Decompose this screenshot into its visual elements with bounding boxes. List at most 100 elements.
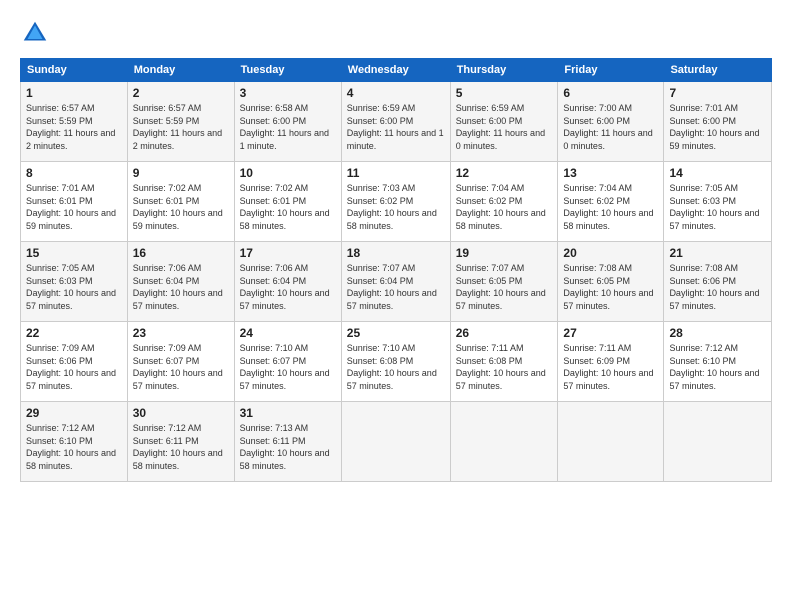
- day-number: 10: [240, 166, 336, 180]
- calendar-cell: 9 Sunrise: 7:02 AMSunset: 6:01 PMDayligh…: [127, 162, 234, 242]
- calendar-cell: 26 Sunrise: 7:11 AMSunset: 6:08 PMDaylig…: [450, 322, 558, 402]
- calendar-cell: 23 Sunrise: 7:09 AMSunset: 6:07 PMDaylig…: [127, 322, 234, 402]
- day-header-monday: Monday: [127, 59, 234, 82]
- calendar-cell: 10 Sunrise: 7:02 AMSunset: 6:01 PMDaylig…: [234, 162, 341, 242]
- day-info: Sunrise: 7:12 AMSunset: 6:11 PMDaylight:…: [133, 423, 223, 471]
- day-number: 26: [456, 326, 553, 340]
- calendar-cell: 18 Sunrise: 7:07 AMSunset: 6:04 PMDaylig…: [341, 242, 450, 322]
- day-info: Sunrise: 7:11 AMSunset: 6:09 PMDaylight:…: [563, 343, 653, 391]
- day-info: Sunrise: 6:58 AMSunset: 6:00 PMDaylight:…: [240, 103, 329, 151]
- day-number: 23: [133, 326, 229, 340]
- day-info: Sunrise: 6:57 AMSunset: 5:59 PMDaylight:…: [133, 103, 222, 151]
- day-number: 15: [26, 246, 122, 260]
- day-info: Sunrise: 7:11 AMSunset: 6:08 PMDaylight:…: [456, 343, 546, 391]
- day-info: Sunrise: 7:02 AMSunset: 6:01 PMDaylight:…: [133, 183, 223, 231]
- day-number: 2: [133, 86, 229, 100]
- day-info: Sunrise: 7:12 AMSunset: 6:10 PMDaylight:…: [26, 423, 116, 471]
- calendar-week-4: 22 Sunrise: 7:09 AMSunset: 6:06 PMDaylig…: [21, 322, 772, 402]
- day-info: Sunrise: 7:12 AMSunset: 6:10 PMDaylight:…: [669, 343, 759, 391]
- day-number: 28: [669, 326, 766, 340]
- day-number: 8: [26, 166, 122, 180]
- day-number: 20: [563, 246, 658, 260]
- day-info: Sunrise: 7:08 AMSunset: 6:05 PMDaylight:…: [563, 263, 653, 311]
- day-number: 12: [456, 166, 553, 180]
- day-number: 30: [133, 406, 229, 420]
- day-number: 21: [669, 246, 766, 260]
- calendar-cell: 1 Sunrise: 6:57 AMSunset: 5:59 PMDayligh…: [21, 82, 128, 162]
- calendar-cell: 21 Sunrise: 7:08 AMSunset: 6:06 PMDaylig…: [664, 242, 772, 322]
- calendar-cell: 7 Sunrise: 7:01 AMSunset: 6:00 PMDayligh…: [664, 82, 772, 162]
- day-info: Sunrise: 7:10 AMSunset: 6:08 PMDaylight:…: [347, 343, 437, 391]
- day-info: Sunrise: 7:04 AMSunset: 6:02 PMDaylight:…: [563, 183, 653, 231]
- calendar-header-row: SundayMondayTuesdayWednesdayThursdayFrid…: [21, 59, 772, 82]
- calendar-cell: 22 Sunrise: 7:09 AMSunset: 6:06 PMDaylig…: [21, 322, 128, 402]
- day-header-thursday: Thursday: [450, 59, 558, 82]
- day-info: Sunrise: 6:57 AMSunset: 5:59 PMDaylight:…: [26, 103, 115, 151]
- calendar-cell: 19 Sunrise: 7:07 AMSunset: 6:05 PMDaylig…: [450, 242, 558, 322]
- day-info: Sunrise: 7:01 AMSunset: 6:00 PMDaylight:…: [669, 103, 759, 151]
- calendar-week-2: 8 Sunrise: 7:01 AMSunset: 6:01 PMDayligh…: [21, 162, 772, 242]
- day-number: 9: [133, 166, 229, 180]
- day-info: Sunrise: 7:06 AMSunset: 6:04 PMDaylight:…: [133, 263, 223, 311]
- logo: [20, 18, 54, 48]
- calendar-cell: 6 Sunrise: 7:00 AMSunset: 6:00 PMDayligh…: [558, 82, 664, 162]
- calendar-cell: 28 Sunrise: 7:12 AMSunset: 6:10 PMDaylig…: [664, 322, 772, 402]
- day-number: 11: [347, 166, 445, 180]
- day-number: 31: [240, 406, 336, 420]
- calendar-cell: [664, 402, 772, 482]
- day-number: 1: [26, 86, 122, 100]
- calendar-week-1: 1 Sunrise: 6:57 AMSunset: 5:59 PMDayligh…: [21, 82, 772, 162]
- day-info: Sunrise: 7:07 AMSunset: 6:05 PMDaylight:…: [456, 263, 546, 311]
- day-info: Sunrise: 7:09 AMSunset: 6:06 PMDaylight:…: [26, 343, 116, 391]
- day-number: 14: [669, 166, 766, 180]
- calendar-cell: 3 Sunrise: 6:58 AMSunset: 6:00 PMDayligh…: [234, 82, 341, 162]
- day-info: Sunrise: 6:59 AMSunset: 6:00 PMDaylight:…: [456, 103, 545, 151]
- calendar-cell: 31 Sunrise: 7:13 AMSunset: 6:11 PMDaylig…: [234, 402, 341, 482]
- calendar-week-5: 29 Sunrise: 7:12 AMSunset: 6:10 PMDaylig…: [21, 402, 772, 482]
- day-info: Sunrise: 7:05 AMSunset: 6:03 PMDaylight:…: [669, 183, 759, 231]
- day-number: 19: [456, 246, 553, 260]
- calendar-cell: [341, 402, 450, 482]
- calendar-cell: 8 Sunrise: 7:01 AMSunset: 6:01 PMDayligh…: [21, 162, 128, 242]
- calendar-cell: [558, 402, 664, 482]
- day-number: 5: [456, 86, 553, 100]
- calendar-cell: 29 Sunrise: 7:12 AMSunset: 6:10 PMDaylig…: [21, 402, 128, 482]
- day-header-saturday: Saturday: [664, 59, 772, 82]
- day-info: Sunrise: 7:05 AMSunset: 6:03 PMDaylight:…: [26, 263, 116, 311]
- calendar-cell: [450, 402, 558, 482]
- day-header-sunday: Sunday: [21, 59, 128, 82]
- day-number: 18: [347, 246, 445, 260]
- day-info: Sunrise: 7:02 AMSunset: 6:01 PMDaylight:…: [240, 183, 330, 231]
- calendar-cell: 13 Sunrise: 7:04 AMSunset: 6:02 PMDaylig…: [558, 162, 664, 242]
- day-header-friday: Friday: [558, 59, 664, 82]
- day-info: Sunrise: 7:00 AMSunset: 6:00 PMDaylight:…: [563, 103, 652, 151]
- day-info: Sunrise: 6:59 AMSunset: 6:00 PMDaylight:…: [347, 103, 444, 151]
- day-number: 24: [240, 326, 336, 340]
- calendar-cell: 20 Sunrise: 7:08 AMSunset: 6:05 PMDaylig…: [558, 242, 664, 322]
- day-info: Sunrise: 7:07 AMSunset: 6:04 PMDaylight:…: [347, 263, 437, 311]
- calendar-cell: 2 Sunrise: 6:57 AMSunset: 5:59 PMDayligh…: [127, 82, 234, 162]
- calendar: SundayMondayTuesdayWednesdayThursdayFrid…: [20, 58, 772, 482]
- calendar-cell: 5 Sunrise: 6:59 AMSunset: 6:00 PMDayligh…: [450, 82, 558, 162]
- day-info: Sunrise: 7:03 AMSunset: 6:02 PMDaylight:…: [347, 183, 437, 231]
- calendar-cell: 17 Sunrise: 7:06 AMSunset: 6:04 PMDaylig…: [234, 242, 341, 322]
- calendar-cell: 30 Sunrise: 7:12 AMSunset: 6:11 PMDaylig…: [127, 402, 234, 482]
- day-info: Sunrise: 7:06 AMSunset: 6:04 PMDaylight:…: [240, 263, 330, 311]
- day-info: Sunrise: 7:09 AMSunset: 6:07 PMDaylight:…: [133, 343, 223, 391]
- day-number: 3: [240, 86, 336, 100]
- calendar-cell: 24 Sunrise: 7:10 AMSunset: 6:07 PMDaylig…: [234, 322, 341, 402]
- day-number: 27: [563, 326, 658, 340]
- calendar-cell: 15 Sunrise: 7:05 AMSunset: 6:03 PMDaylig…: [21, 242, 128, 322]
- day-info: Sunrise: 7:10 AMSunset: 6:07 PMDaylight:…: [240, 343, 330, 391]
- day-header-wednesday: Wednesday: [341, 59, 450, 82]
- day-number: 25: [347, 326, 445, 340]
- day-info: Sunrise: 7:04 AMSunset: 6:02 PMDaylight:…: [456, 183, 546, 231]
- day-number: 16: [133, 246, 229, 260]
- calendar-cell: 11 Sunrise: 7:03 AMSunset: 6:02 PMDaylig…: [341, 162, 450, 242]
- day-number: 6: [563, 86, 658, 100]
- calendar-cell: 25 Sunrise: 7:10 AMSunset: 6:08 PMDaylig…: [341, 322, 450, 402]
- day-info: Sunrise: 7:01 AMSunset: 6:01 PMDaylight:…: [26, 183, 116, 231]
- calendar-cell: 4 Sunrise: 6:59 AMSunset: 6:00 PMDayligh…: [341, 82, 450, 162]
- day-number: 22: [26, 326, 122, 340]
- calendar-week-3: 15 Sunrise: 7:05 AMSunset: 6:03 PMDaylig…: [21, 242, 772, 322]
